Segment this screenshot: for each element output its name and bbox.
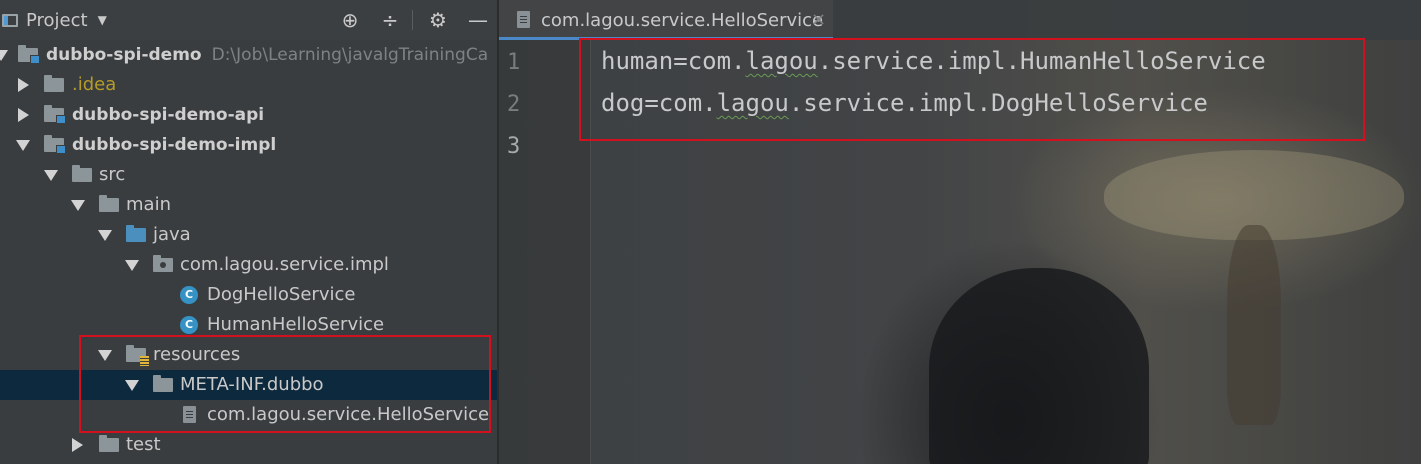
editor-tab-bar: com.lagou.service.HelloService × xyxy=(499,0,1421,40)
tree-item-label: resources xyxy=(153,344,241,365)
gear-icon[interactable]: ⚙ xyxy=(425,8,451,32)
minimize-icon[interactable]: — xyxy=(465,8,491,32)
tree-item-label: dubbo-spi-demo-impl xyxy=(72,135,277,155)
tree-item-label: com.lagou.service.impl xyxy=(180,254,389,275)
background-person xyxy=(929,268,1149,464)
expand-arrow-icon[interactable] xyxy=(44,170,58,181)
code-text: human=com. xyxy=(601,47,746,75)
tree-item-label: META-INF.dubbo xyxy=(180,374,324,395)
tree-item-hello-service-file[interactable]: com.lagou.service.HelloService xyxy=(0,400,497,430)
resources-folder-icon xyxy=(126,345,149,366)
tree-item-label: dubbo-spi-demo D:\Job\Learning\javalgTrai… xyxy=(46,45,488,65)
tree-item-dubbo-spi-demo-impl[interactable]: dubbo-spi-demo-impl xyxy=(0,130,497,160)
tree-item-label: main xyxy=(126,194,171,215)
collapse-all-icon[interactable]: ÷ xyxy=(377,8,403,32)
file-icon xyxy=(183,406,196,423)
code-text: dog=com. xyxy=(601,89,717,117)
expand-arrow-icon[interactable] xyxy=(16,140,30,151)
tree-item-java[interactable]: java xyxy=(0,220,497,250)
expand-arrow-icon[interactable] xyxy=(71,200,85,211)
tree-item-label: com.lagou.service.HelloService xyxy=(207,404,490,425)
source-folder-icon xyxy=(126,225,146,242)
tree-item-label: test xyxy=(126,434,161,455)
folder-icon xyxy=(99,435,119,452)
tree-item-dubbo-spi-demo[interactable]: dubbo-spi-demo D:\Job\Learning\javalgTrai… xyxy=(0,40,497,70)
expand-arrow-icon[interactable] xyxy=(0,50,8,61)
package-icon xyxy=(153,255,173,272)
tree-item-package[interactable]: com.lagou.service.impl xyxy=(0,250,497,280)
code-text: .service.impl.DogHelloService xyxy=(788,89,1208,117)
project-panel-icon xyxy=(2,13,18,27)
project-panel-header: Project ▼ ⊕ ÷ ⚙ — xyxy=(0,0,497,40)
editor-area[interactable]: com.lagou.service.HelloService × 1 2 3 h… xyxy=(499,0,1421,464)
code-text: .service.impl.HumanHelloService xyxy=(817,47,1266,75)
chevron-down-icon[interactable]: ▼ xyxy=(98,13,107,27)
tab-label: com.lagou.service.HelloService xyxy=(541,10,824,31)
code-line[interactable]: dog=com.lagou.service.impl.DogHelloServi… xyxy=(601,89,1208,117)
expand-arrow-icon[interactable] xyxy=(125,380,139,391)
tree-item-idea[interactable]: .idea xyxy=(0,70,497,100)
line-number-gutter: 1 2 3 xyxy=(499,40,591,464)
project-panel: Project ▼ ⊕ ÷ ⚙ — dubbo-spi-demo D:\Job\L… xyxy=(0,0,497,464)
tree-item-main[interactable]: main xyxy=(0,190,497,220)
code-line[interactable]: human=com.lagou.service.impl.HumanHelloS… xyxy=(601,47,1266,75)
tree-item-label: .idea xyxy=(72,74,117,95)
spellcheck-word: lagou xyxy=(716,89,789,117)
expand-arrow-icon[interactable] xyxy=(98,230,112,241)
module-folder-icon xyxy=(44,105,66,124)
folder-icon xyxy=(99,195,119,212)
line-number: 2 xyxy=(507,92,521,117)
expand-arrow-icon[interactable] xyxy=(98,350,112,361)
tree-item-resources[interactable]: resources xyxy=(0,340,497,370)
collapse-arrow-icon[interactable] xyxy=(18,78,29,92)
collapse-arrow-icon[interactable] xyxy=(18,108,29,122)
background-lamp-base xyxy=(1227,225,1281,425)
module-folder-icon xyxy=(18,45,40,64)
close-icon[interactable]: × xyxy=(811,9,826,30)
tree-item-dog-hello-service[interactable]: C DogHelloService xyxy=(0,280,497,310)
collapse-arrow-icon[interactable] xyxy=(72,438,83,452)
editor-tab[interactable]: com.lagou.service.HelloService × xyxy=(499,0,833,40)
line-number: 1 xyxy=(507,50,521,75)
module-folder-icon xyxy=(44,135,66,154)
project-title-label: Project xyxy=(26,9,88,31)
line-number: 3 xyxy=(507,134,521,159)
spellcheck-word: lagou xyxy=(745,47,818,75)
folder-icon xyxy=(153,375,173,392)
tree-item-test[interactable]: test xyxy=(0,430,497,460)
folder-icon xyxy=(44,75,64,92)
tree-item-dubbo-spi-demo-api[interactable]: dubbo-spi-demo-api xyxy=(0,100,497,130)
header-divider xyxy=(412,10,413,30)
tree-item-label: dubbo-spi-demo-api xyxy=(72,105,265,125)
module-path: D:\Job\Learning\javalgTrainingCa xyxy=(211,45,489,65)
tree-item-label: src xyxy=(99,164,126,185)
module-name: dubbo-spi-demo xyxy=(46,45,202,65)
file-icon xyxy=(517,11,530,28)
project-view-selector[interactable]: Project ▼ xyxy=(0,8,107,32)
class-icon: C xyxy=(180,316,198,334)
tree-item-label: DogHelloService xyxy=(207,284,356,305)
folder-icon xyxy=(72,165,92,182)
tree-item-meta-inf-dubbo[interactable]: META-INF.dubbo xyxy=(0,370,497,400)
tree-item-src[interactable]: src xyxy=(0,160,497,190)
locate-target-icon[interactable]: ⊕ xyxy=(337,8,363,32)
tree-item-label: java xyxy=(153,224,191,245)
tree-item-label: HumanHelloService xyxy=(207,314,385,335)
expand-arrow-icon[interactable] xyxy=(125,260,139,271)
class-icon: C xyxy=(180,286,198,304)
tree-item-human-hello-service[interactable]: C HumanHelloService xyxy=(0,310,497,340)
